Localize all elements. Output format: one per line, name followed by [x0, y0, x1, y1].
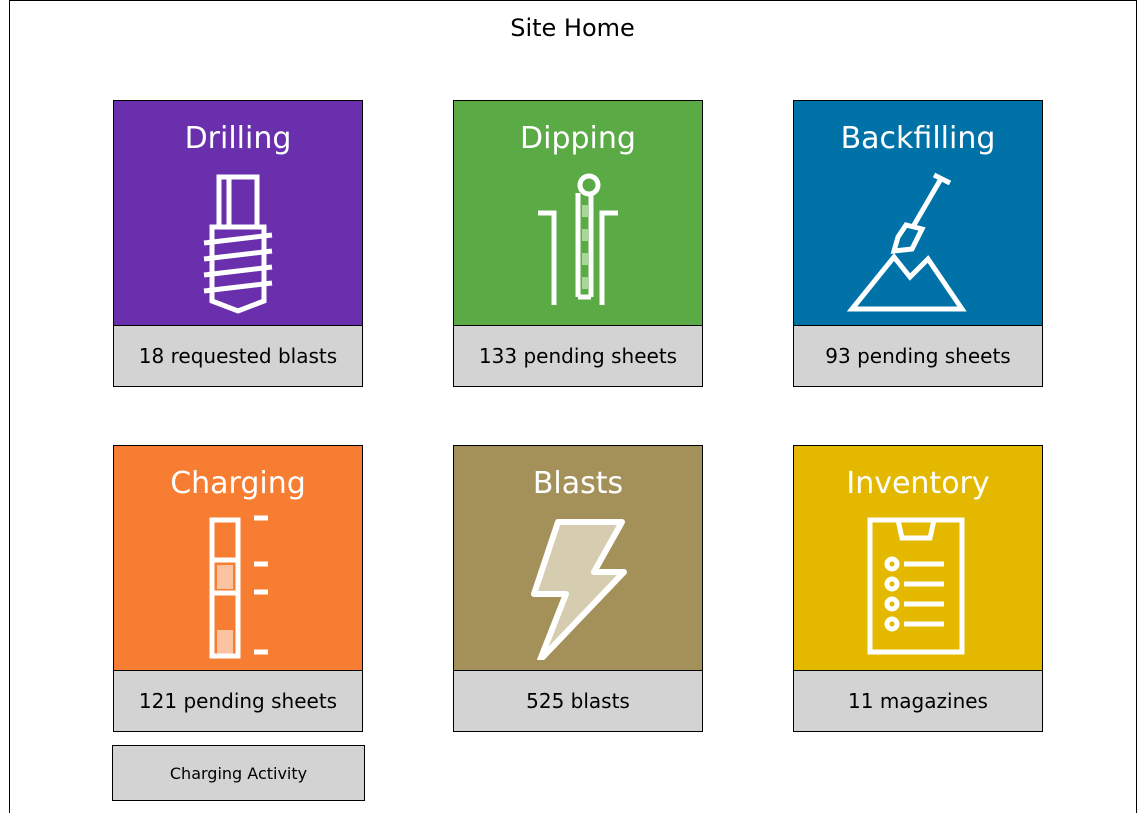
tile-inventory-status: 11 magazines [794, 670, 1042, 731]
tile-charging-status: 121 pending sheets [114, 670, 362, 731]
shovel-mountain-icon [846, 172, 967, 312]
tile-backfilling[interactable]: Backfilling 93 pending sheets [793, 100, 1043, 387]
tile-backfilling-status: 93 pending sheets [794, 325, 1042, 386]
tile-dipping-header: Dipping [454, 101, 702, 325]
dip-tape-icon [538, 173, 618, 305]
tile-blasts-title: Blasts [532, 466, 624, 501]
tile-blasts[interactable]: Blasts 525 blasts [453, 445, 703, 732]
frame-right-border [1136, 0, 1137, 813]
tile-backfilling-header: Backfilling [794, 101, 1042, 325]
tile-inventory-title: Inventory [846, 466, 990, 501]
tile-blasts-header: Blasts [454, 446, 702, 670]
tile-drilling-status: 18 requested blasts [114, 325, 362, 386]
page-title: Site Home [510, 14, 635, 42]
tile-dipping-title: Dipping [520, 121, 636, 156]
charging-activity-button[interactable]: Charging Activity [112, 745, 365, 801]
tile-drilling-title: Drilling [184, 121, 292, 156]
tile-charging-title: Charging [170, 466, 306, 501]
tile-dipping-status: 133 pending sheets [454, 325, 702, 386]
clipboard-list-icon [867, 517, 965, 655]
frame-left-border [9, 0, 10, 813]
tile-blasts-status: 525 blasts [454, 670, 702, 731]
tile-drilling[interactable]: Drilling 18 requested blasts [113, 100, 363, 387]
lightning-bolt-icon [531, 519, 627, 660]
drill-bit-icon [203, 174, 273, 314]
tile-charging-header: Charging [114, 446, 362, 670]
tile-inventory-header: Inventory [794, 446, 1042, 670]
tile-dipping[interactable]: Dipping 133 pending sheets [453, 100, 703, 387]
tile-charging[interactable]: Charging 121 pending sheets [113, 445, 363, 732]
tile-drilling-header: Drilling [114, 101, 362, 325]
tile-backfilling-title: Backfilling [840, 121, 996, 156]
frame-top-border [9, 0, 1137, 1]
tile-inventory[interactable]: Inventory 11 magazines [793, 445, 1043, 732]
charge-column-icon [209, 515, 268, 659]
